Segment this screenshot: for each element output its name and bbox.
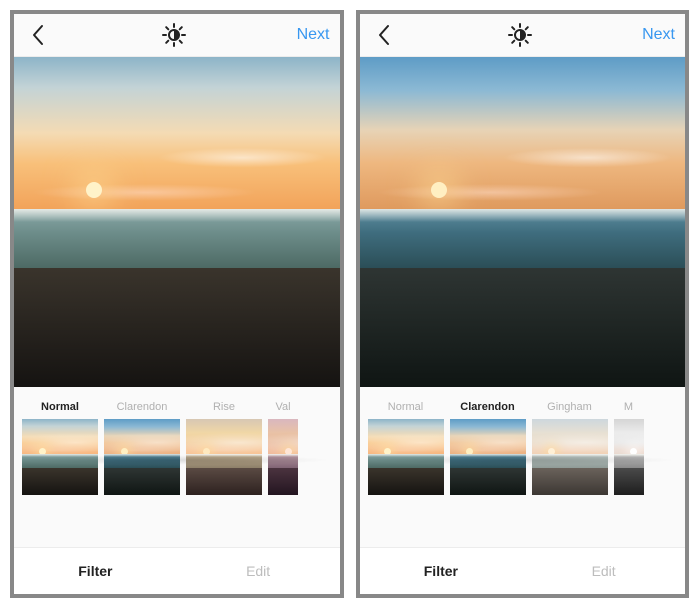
top-bar: Next xyxy=(14,14,340,57)
filter-thumbnail xyxy=(104,419,180,495)
lux-button[interactable] xyxy=(160,21,188,49)
chevron-left-icon xyxy=(31,24,45,46)
filter-thumbnail xyxy=(22,419,98,495)
tab-edit[interactable]: Edit xyxy=(177,548,340,594)
tab-edit[interactable]: Edit xyxy=(522,548,685,594)
filter-label: Normal xyxy=(22,401,98,413)
filter-thumbnail xyxy=(614,419,644,495)
chevron-left-icon xyxy=(377,24,391,46)
filter-option[interactable]: Val xyxy=(268,401,298,495)
filter-option[interactable]: Rise xyxy=(186,401,262,495)
half-sun-icon xyxy=(162,23,186,47)
back-button[interactable] xyxy=(370,21,398,49)
next-button[interactable]: Next xyxy=(297,26,330,44)
filter-thumbnail xyxy=(268,419,298,495)
tab-filter[interactable]: Filter xyxy=(360,548,523,594)
filter-option[interactable]: Clarendon xyxy=(450,401,526,495)
filter-label: Rise xyxy=(186,401,262,413)
filter-label: Val xyxy=(268,401,298,413)
filter-strip[interactable]: Normal Clarendon Gingham M xyxy=(360,387,686,547)
filter-option[interactable]: Clarendon xyxy=(104,401,180,495)
tab-filter[interactable]: Filter xyxy=(14,548,177,594)
filter-option[interactable]: Normal xyxy=(22,401,98,495)
photo-preview[interactable] xyxy=(360,57,686,387)
filter-label: Normal xyxy=(368,401,444,413)
half-sun-icon xyxy=(508,23,532,47)
filter-label: M xyxy=(614,401,644,413)
filter-strip[interactable]: Normal Clarendon Rise Val xyxy=(14,387,340,547)
filter-label: Clarendon xyxy=(450,401,526,413)
photo-preview[interactable] xyxy=(14,57,340,387)
lux-button[interactable] xyxy=(506,21,534,49)
bottom-tabs: Filter Edit xyxy=(14,547,340,594)
filter-option[interactable]: M xyxy=(614,401,644,495)
bottom-tabs: Filter Edit xyxy=(360,547,686,594)
filter-thumbnail xyxy=(186,419,262,495)
filter-thumbnail xyxy=(450,419,526,495)
filter-thumbnail xyxy=(532,419,608,495)
top-bar: Next xyxy=(360,14,686,57)
photo-editor-screen: Next Normal Clarendon Gingham M xyxy=(356,10,690,598)
filter-label: Gingham xyxy=(532,401,608,413)
filter-thumbnail xyxy=(368,419,444,495)
next-button[interactable]: Next xyxy=(642,26,675,44)
filter-option[interactable]: Normal xyxy=(368,401,444,495)
photo-editor-screen: Next Normal Clarendon Rise Val xyxy=(10,10,344,598)
filter-option[interactable]: Gingham xyxy=(532,401,608,495)
back-button[interactable] xyxy=(24,21,52,49)
filter-label: Clarendon xyxy=(104,401,180,413)
